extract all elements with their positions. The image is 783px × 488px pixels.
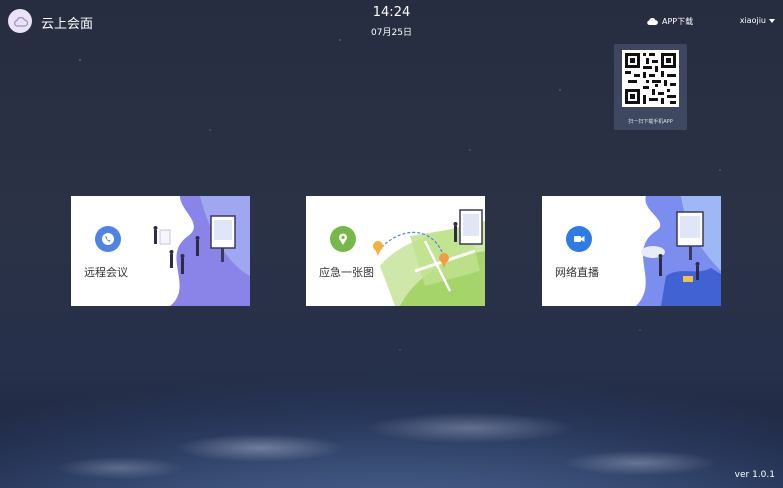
app-download-link[interactable]: APP下载 [646, 16, 693, 27]
earth-city-lights [0, 358, 783, 488]
remote-meeting-illustration [153, 196, 250, 306]
card-emergency-map[interactable]: 应急一张图 [306, 196, 485, 306]
user-menu[interactable]: xiaojiu [740, 16, 775, 25]
qr-code [622, 50, 679, 107]
card-label: 远程会议 [84, 266, 128, 279]
phone-icon [95, 226, 121, 252]
live-streaming-illustration [636, 196, 721, 306]
cloud-download-icon [647, 18, 658, 25]
card-live-streaming[interactable]: 网络直播 [542, 196, 721, 306]
app-download-label: APP下载 [662, 17, 694, 26]
caret-down-icon [769, 18, 775, 23]
username: xiaojiu [739, 16, 766, 25]
version-label: ver 1.0.1 [734, 470, 775, 480]
qr-download-panel: 扫一扫下载手机APP [614, 44, 687, 130]
card-label: 应急一张图 [319, 266, 374, 279]
card-remote-meeting[interactable]: 远程会议 [71, 196, 250, 306]
qr-caption: 扫一扫下载手机APP [628, 119, 673, 125]
video-camera-icon [566, 226, 592, 252]
emergency-map-illustration [373, 209, 485, 306]
card-label: 网络直播 [555, 266, 599, 279]
top-bar: 云上会面 14:24 07月25日 APP下载 xiaojiu [0, 0, 783, 40]
map-pin-icon [330, 226, 356, 252]
